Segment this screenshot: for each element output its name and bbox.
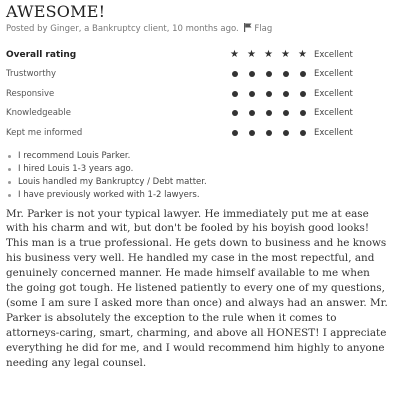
star-icon: ★: [298, 49, 307, 61]
review-body: Mr. Parker is not your typical lawyer. H…: [6, 207, 388, 369]
rating-text: Excellent: [314, 49, 353, 60]
star-icon: ★: [247, 49, 256, 61]
rating-label: Knowledgeable: [6, 108, 71, 119]
rating-text: Excellent: [314, 108, 353, 119]
fact-item: I hired Louis 1-3 years ago.: [6, 163, 394, 176]
rating-dot-icon: [260, 127, 277, 139]
ratings-table: Overall rating ★ ★ ★ ★ ★ Excellent Trustworthy E…: [6, 45, 394, 143]
rating-text: Excellent: [314, 127, 353, 138]
rating-dot-icon: [294, 68, 311, 80]
star-icon: ★: [264, 49, 273, 61]
rating-dot-icon: [243, 107, 260, 119]
rating-score: ★ ★ ★ ★ ★: [226, 49, 312, 61]
review-meta: Posted by Ginger, a Bankruptcy client, 1…: [6, 23, 394, 36]
fact-item: I recommend Louis Parker.: [6, 150, 394, 163]
rating-row: Overall rating ★ ★ ★ ★ ★ Excellent: [6, 45, 394, 65]
rating-score: [226, 127, 312, 139]
rating-score: [226, 107, 312, 119]
rating-label: Responsive: [6, 88, 55, 99]
review-facts-list: I recommend Louis Parker. I hired Louis 1…: [6, 150, 394, 202]
rating-dot-icon: [226, 88, 243, 100]
star-icon: ★: [230, 49, 239, 61]
rating-label: Trustworthy: [6, 69, 56, 80]
star-icon: ★: [281, 49, 290, 61]
rating-score: [226, 88, 312, 100]
rating-row: Knowledgeable Excellent: [6, 104, 394, 124]
rating-dot-icon: [260, 107, 277, 119]
rating-dot-icon: [260, 88, 277, 100]
rating-dot-icon: [243, 68, 260, 80]
rating-dot-icon: [277, 68, 294, 80]
rating-dot-icon: [243, 88, 260, 100]
fact-item: Louis handled my Bankruptcy / Debt matte…: [6, 176, 394, 189]
flag-icon[interactable]: [244, 23, 252, 36]
rating-text: Excellent: [314, 88, 353, 99]
review-title: AWESOME!: [6, 2, 106, 21]
posted-by-text: Posted by Ginger, a Bankruptcy client, 1…: [6, 24, 239, 34]
rating-dot-icon: [243, 127, 260, 139]
fact-item: I have previously worked with 1-2 lawyer…: [6, 189, 394, 202]
rating-label: Kept me informed: [6, 127, 83, 138]
rating-label: Overall rating: [6, 49, 77, 60]
rating-dot-icon: [277, 88, 294, 100]
flag-link[interactable]: Flag: [254, 24, 272, 34]
review-card: AWESOME! Posted by Ginger, a Bankruptcy …: [0, 2, 400, 370]
rating-row: Kept me informed Excellent: [6, 123, 394, 143]
rating-row: Responsive Excellent: [6, 84, 394, 104]
rating-dot-icon: [277, 107, 294, 119]
rating-text: Excellent: [314, 69, 353, 80]
rating-dot-icon: [294, 127, 311, 139]
rating-row: Trustworthy Excellent: [6, 65, 394, 85]
rating-dot-icon: [260, 68, 277, 80]
rating-dot-icon: [226, 127, 243, 139]
rating-dot-icon: [226, 68, 243, 80]
rating-dot-icon: [277, 127, 294, 139]
rating-score: [226, 68, 312, 80]
rating-dot-icon: [226, 107, 243, 119]
rating-dot-icon: [294, 88, 311, 100]
rating-dot-icon: [294, 107, 311, 119]
